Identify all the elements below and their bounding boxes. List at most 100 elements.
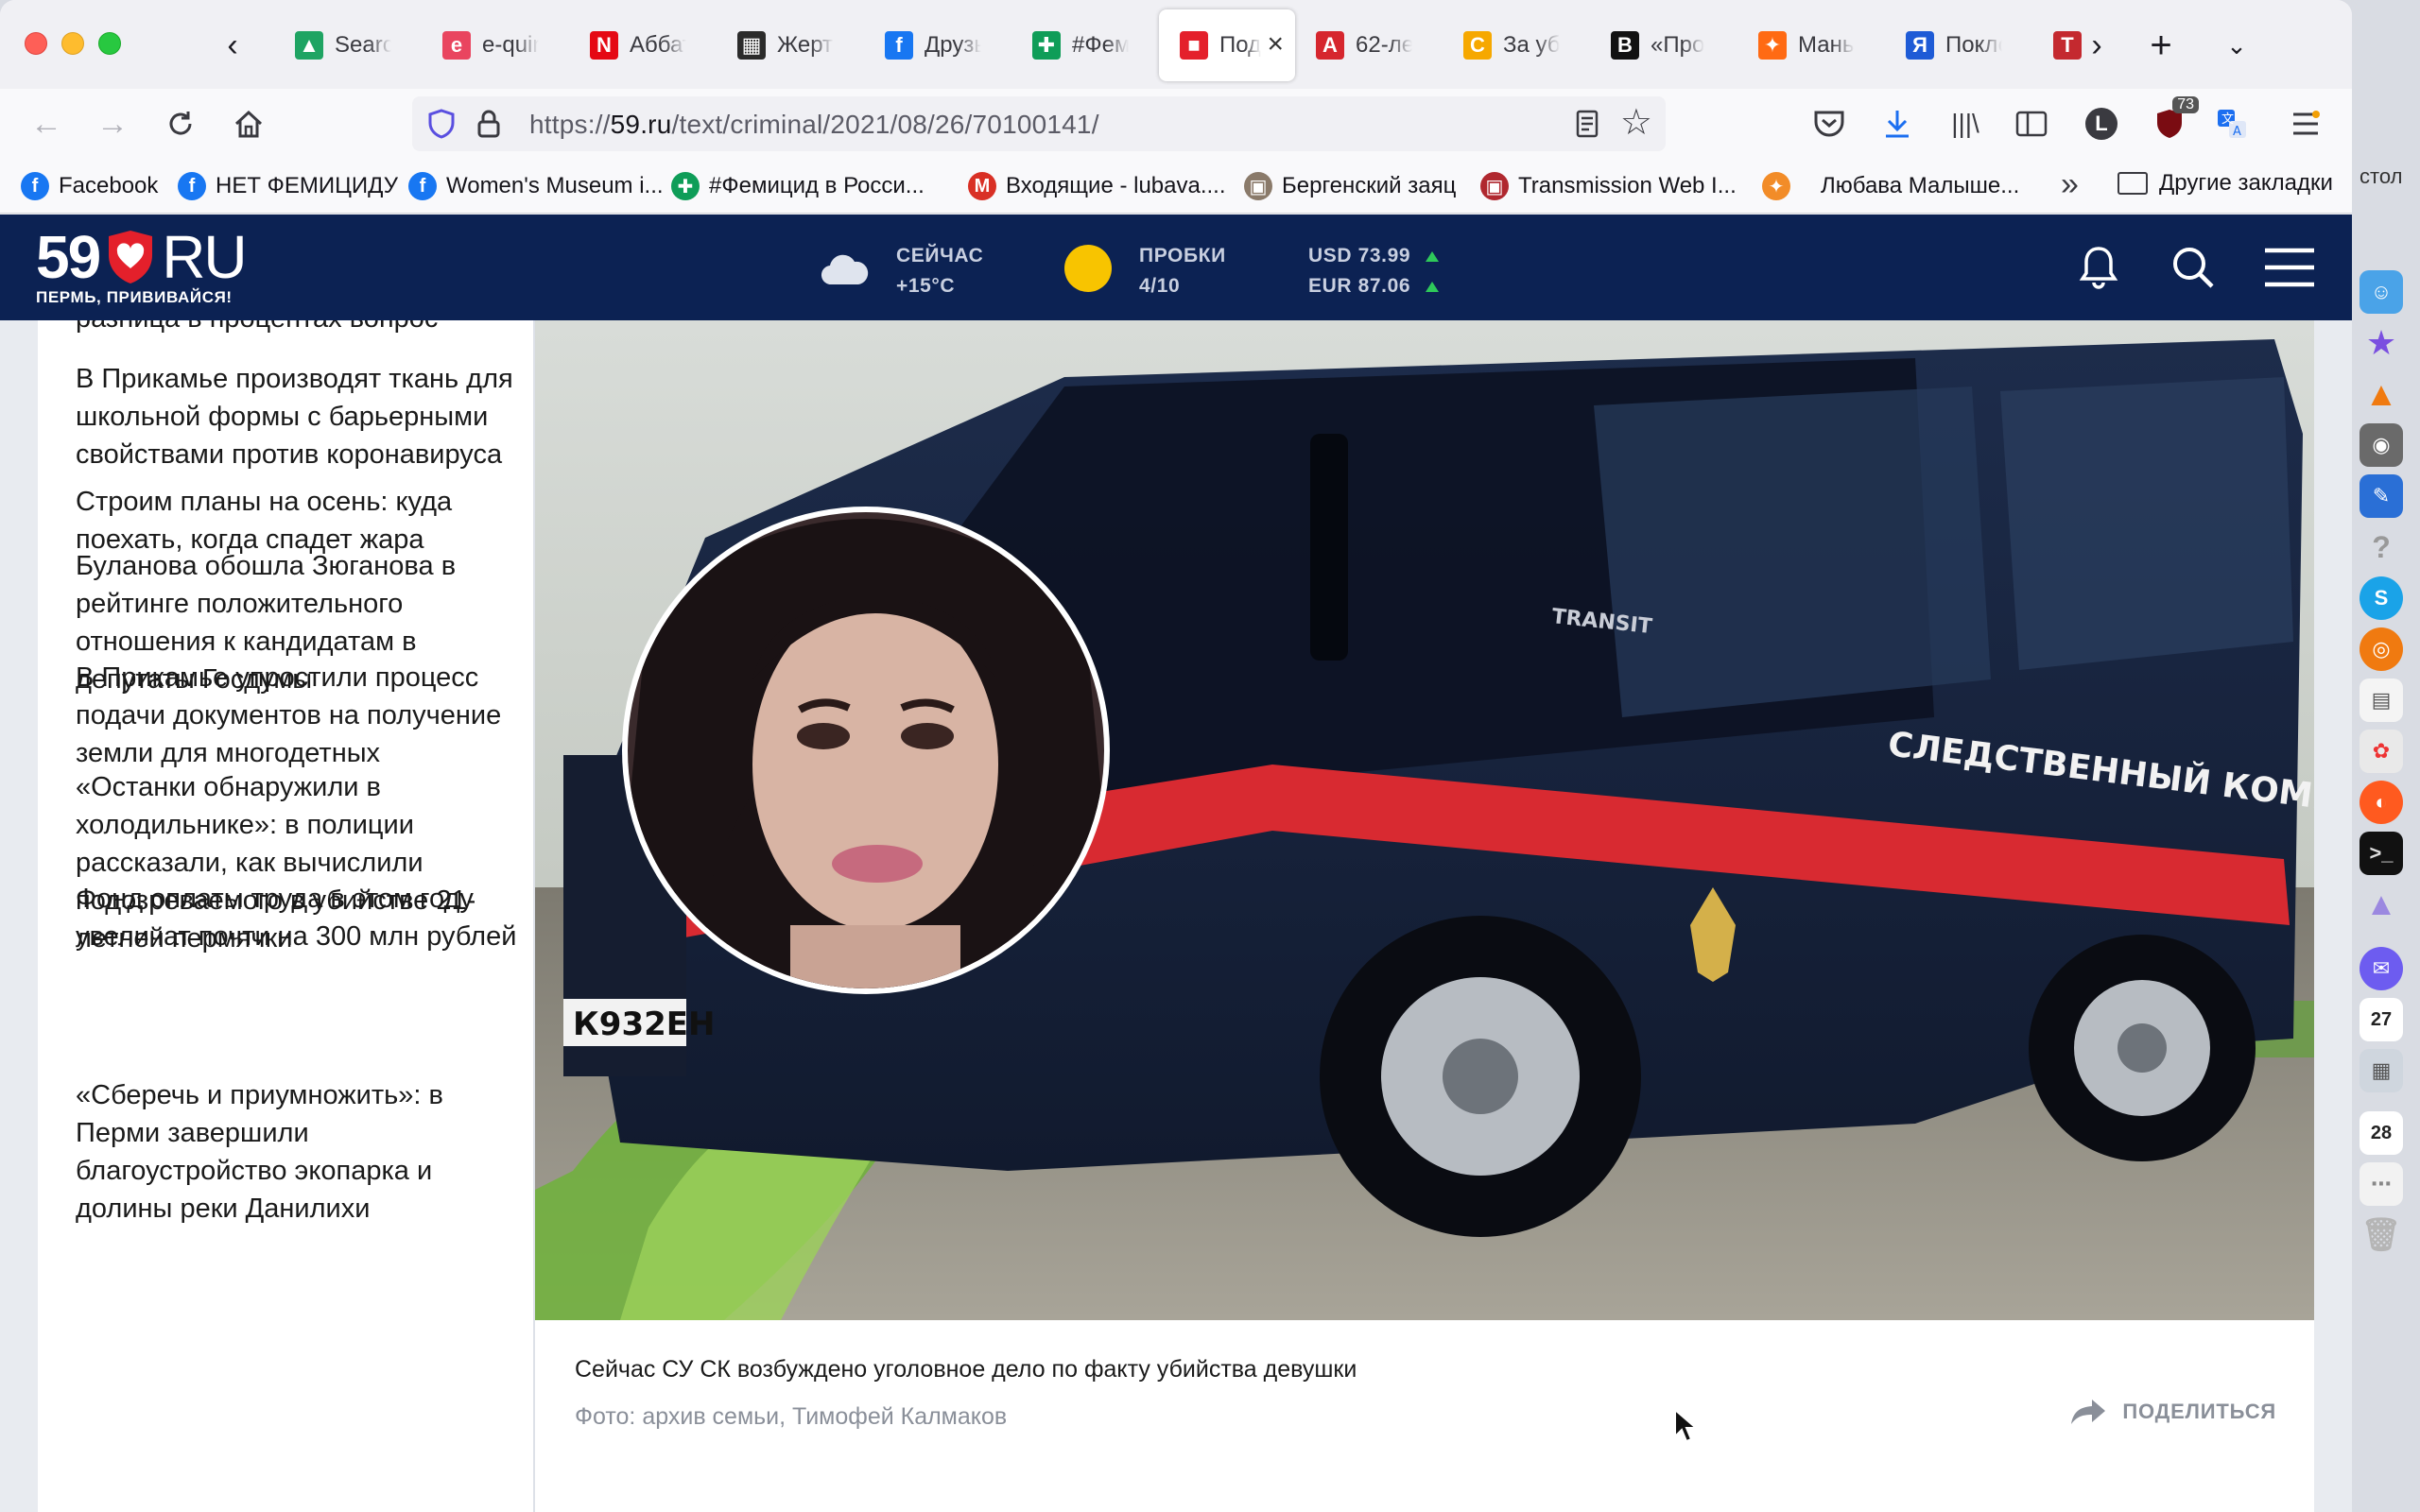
back-button[interactable]: ← <box>23 100 70 147</box>
vlc-icon[interactable]: ▲ <box>2360 372 2403 416</box>
lock-icon[interactable] <box>473 108 505 140</box>
account-button[interactable]: L <box>2080 102 2123 146</box>
bookmark-label: Любава Малыше... <box>1821 173 2020 198</box>
news-link[interactable]: Фонд оплаты труда в этом году увеличат п… <box>76 880 520 955</box>
news-link[interactable]: В Прикамье упростили процесс подачи доку… <box>76 659 520 772</box>
site-menu-icon[interactable] <box>2263 241 2316 294</box>
tab-9[interactable]: C За убийство <box>1443 9 1590 81</box>
downloads-icon[interactable] <box>1876 102 1919 146</box>
bookmark-star-icon[interactable]: ☆ <box>1620 104 1652 142</box>
calendar-widget-icon[interactable]: 28 <box>2360 1111 2403 1155</box>
tab-3[interactable]: N Аббатство <box>569 9 717 81</box>
tab-2[interactable]: e e-quinox <box>422 9 569 81</box>
firefox-icon[interactable]: ◐ <box>2360 781 2403 824</box>
blender-icon[interactable]: ◎ <box>2360 627 2403 671</box>
gimp-icon[interactable]: ◉ <box>2360 423 2403 467</box>
facebook-icon: f <box>408 172 437 200</box>
yandex-icon: Я <box>1906 31 1934 60</box>
messenger-icon[interactable]: ✉ <box>2360 947 2403 990</box>
downloads-stack-icon[interactable]: ⋯ <box>2360 1162 2403 1206</box>
facebook-icon: f <box>178 172 206 200</box>
pocket-icon[interactable] <box>1807 102 1851 146</box>
bookmark-8[interactable]: ✦ <box>1762 170 1800 202</box>
traffic-label: ПРОБКИ <box>1139 245 1226 266</box>
reload-button[interactable] <box>157 100 204 147</box>
tab-label: Поклонник <box>1945 32 2002 58</box>
weather-widget[interactable]: СЕЙЧАС +15°C <box>896 241 983 301</box>
notifications-bell-icon[interactable] <box>2072 241 2125 294</box>
scroll-tabs-left-icon[interactable]: ‹ <box>206 19 259 72</box>
tab-label: e-quinox <box>482 32 539 58</box>
extension-badge: 73 <box>2172 96 2199 113</box>
help-icon[interactable]: ? <box>2360 525 2403 569</box>
photo-caption: Сейчас СУ СК возбуждено уголовное дело п… <box>575 1356 1357 1383</box>
bookmark-1[interactable]: f Facebook <box>21 170 158 202</box>
tab-5[interactable]: f Друзья <box>864 9 1011 81</box>
bookmark-9[interactable]: Любава Малыше... <box>1821 170 2019 202</box>
ublock-extension-icon[interactable]: 73 <box>2148 96 2199 146</box>
traffic-widget[interactable]: ПРОБКИ 4/10 <box>1139 241 1226 301</box>
address-bar[interactable]: https://59.ru/text/criminal/2021/08/26/7… <box>412 96 1666 151</box>
scroll-tabs-right-icon[interactable]: › <box>2070 19 2123 72</box>
bookmark-6[interactable]: ▣ Бергенский заяц <box>1244 170 1456 202</box>
article-photo[interactable]: СЛЕДСТВЕННЫЙ КОМИТЕТ РОССИЙСКОЙ ФЕДЕРАЦИ… <box>535 320 2314 1320</box>
bookmark-2[interactable]: f НЕТ ФЕМИЦИДУ <box>178 170 398 202</box>
share-button[interactable]: ПОДЕЛИТЬСЯ <box>2069 1398 2276 1426</box>
minimize-window-button[interactable] <box>61 32 84 55</box>
bookmark-label: Transmission Web I... <box>1518 173 1737 198</box>
close-window-button[interactable] <box>25 32 47 55</box>
terminal-icon[interactable]: >_ <box>2360 832 2403 875</box>
tab-7[interactable]: ■ Под × <box>1159 9 1295 81</box>
tab-10[interactable]: B «Про <box>1590 9 1737 81</box>
share-arrow-icon <box>2071 1400 2106 1424</box>
url-scheme: https:// <box>529 110 611 139</box>
url-host: 59.ru <box>610 110 672 139</box>
site-59-icon: ■ <box>1180 31 1208 60</box>
search-icon[interactable] <box>2167 241 2220 294</box>
maximize-window-button[interactable] <box>98 32 121 55</box>
cut-off-news-text[interactable]: разница в процентах вопрос <box>76 320 438 337</box>
skype-icon[interactable]: S <box>2360 576 2403 620</box>
hamburger-shape <box>2293 111 2320 135</box>
imovie-star-icon[interactable]: ★ <box>2360 321 2403 365</box>
bookmark-5[interactable]: M Входящие - lubava.... <box>968 170 1226 202</box>
bookmark-4[interactable]: ✚ #Фемицид в Росси... <box>671 170 925 202</box>
tab-6[interactable]: ✚ #Фемицид <box>1011 9 1159 81</box>
bookmark-7[interactable]: ▣ Transmission Web I... <box>1480 170 1737 202</box>
calendar-icon[interactable]: 27 <box>2360 998 2403 1041</box>
tab-4[interactable]: ▦ Жертвы <box>717 9 864 81</box>
tab-8[interactable]: A 62-летний <box>1295 9 1443 81</box>
tab-11[interactable]: ✦ Маньяк <box>1737 9 1885 81</box>
library-icon[interactable]: |||\ <box>1944 102 1987 146</box>
new-tab-button[interactable]: + <box>2135 19 2187 72</box>
news-link[interactable]: В Прикамье производят ткань для школьной… <box>76 360 520 473</box>
reader-view-icon[interactable] <box>1571 108 1603 140</box>
currency-widget[interactable]: USD 73.99 EUR 87.06 <box>1308 241 1440 301</box>
usd-up-arrow-icon <box>1426 250 1440 262</box>
tracking-protection-shield-icon[interactable] <box>425 108 458 140</box>
pen-app-icon[interactable]: ✎ <box>2360 474 2403 518</box>
preview-icon[interactable]: ▦ <box>2360 1049 2403 1092</box>
trash-icon[interactable]: 🗑 <box>2360 1213 2403 1257</box>
sidebar-toggle-icon[interactable] <box>2010 102 2053 146</box>
photos-icon[interactable]: ✿ <box>2360 730 2403 773</box>
finder-icon[interactable]: ☺ <box>2360 270 2403 314</box>
logo-suffix: RU <box>162 223 247 291</box>
other-bookmarks-folder[interactable]: Другие закладки <box>2118 170 2333 197</box>
home-button[interactable] <box>225 100 272 147</box>
tab-1[interactable]: ▲ Search <box>274 9 422 81</box>
textedit-icon[interactable]: ▤ <box>2360 679 2403 722</box>
app-menu-icon[interactable] <box>2284 102 2327 146</box>
url-text[interactable]: https://59.ru/text/criminal/2021/08/26/7… <box>529 110 1099 140</box>
close-tab-icon[interactable]: × <box>1267 28 1284 60</box>
list-all-tabs-icon[interactable]: ⌄ <box>2210 19 2263 72</box>
site-logo[interactable]: 59 RU ПЕРМЬ, ПРИВИВАЙСЯ! <box>36 223 248 307</box>
translate-extension-icon[interactable]: 文A <box>2210 102 2254 146</box>
bookmark-3[interactable]: f Women's Museum i... <box>408 170 664 202</box>
launchpad-rocket-icon[interactable]: ▲ <box>2360 883 2403 926</box>
forward-button[interactable]: → <box>89 100 136 147</box>
more-bookmarks-chevron-icon[interactable]: » <box>2061 166 2079 203</box>
url-path: /text/criminal/2021/08/26/70100141/ <box>671 110 1099 139</box>
tab-12[interactable]: Я Поклонник <box>1885 9 2032 81</box>
news-link[interactable]: «Сберечь и приумножить»: в Перми заверши… <box>76 1076 520 1228</box>
